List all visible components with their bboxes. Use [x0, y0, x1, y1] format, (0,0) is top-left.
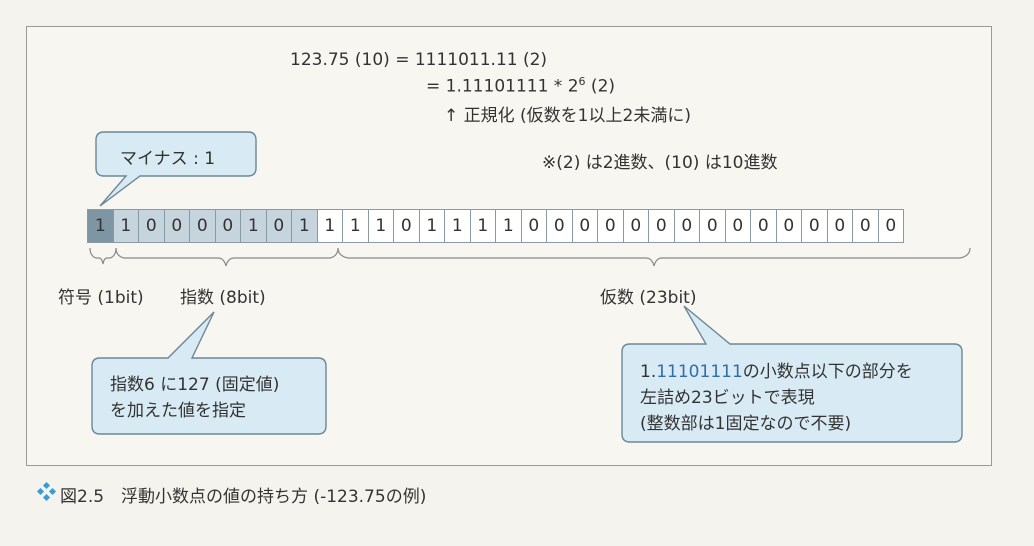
mantissa-integer-part: 1.: [640, 362, 657, 382]
mantissa-bit: 1: [342, 209, 369, 243]
mantissa-callout-text-3: (整数部は1固定なので不要): [640, 414, 852, 434]
mantissa-bit: 1: [418, 209, 445, 243]
mantissa-brace: [337, 247, 971, 267]
mantissa-bit: 0: [801, 209, 828, 243]
mantissa-bit: 1: [495, 209, 522, 243]
mantissa-bit: 0: [852, 209, 879, 243]
mantissa-bit: 1: [367, 209, 394, 243]
exponent-bit: 0: [214, 209, 241, 243]
callout-layer: [36, 131, 971, 502]
sign-brace: [89, 247, 117, 265]
sign-bit: 1: [87, 209, 114, 243]
mantissa-bit: 0: [520, 209, 547, 243]
exponent-bit: 0: [189, 209, 216, 243]
mantissa-bit: 0: [597, 209, 624, 243]
exponent-bit: 0: [163, 209, 190, 243]
exponent-bit: 1: [112, 209, 139, 243]
exponent-bit: 1: [240, 209, 267, 243]
exponent-callout-text-1: 指数6 に127 (固定値): [110, 375, 280, 395]
mantissa-bit: 0: [571, 209, 598, 243]
mantissa-bit: 0: [648, 209, 675, 243]
mantissa-bit: 1: [316, 209, 343, 243]
exponent-bit: 1: [291, 209, 318, 243]
mantissa-bit: 0: [775, 209, 802, 243]
mantissa-bit: 0: [393, 209, 420, 243]
exponent-brace: [115, 247, 339, 267]
mantissa-bit: 0: [877, 209, 904, 243]
mantissa-field-label: 仮数 (23bit): [600, 288, 697, 308]
mantissa-bit: 0: [673, 209, 700, 243]
diamond-cluster-icon: [36, 481, 57, 502]
bit-row: 1 1 0 0 0 0 1 0 1 1 1 1 0 1 1 1 1 0 0 0 …: [87, 209, 904, 243]
mantissa-bit: 0: [546, 209, 573, 243]
mantissa-bit: 0: [699, 209, 726, 243]
mantissa-bit: 0: [724, 209, 751, 243]
mantissa-callout-text-2: 左詰め23ビットで表現: [640, 388, 815, 408]
sign-field-label: 符号 (1bit): [58, 288, 144, 308]
mantissa-callout-text-1: 1.11101111の小数点以下の部分を: [640, 357, 913, 382]
exponent-bit: 0: [138, 209, 165, 243]
mantissa-callout-text-1-rest: の小数点以下の部分を: [742, 362, 913, 382]
mantissa-bit: 1: [444, 209, 471, 243]
exponent-bit: 0: [265, 209, 292, 243]
mantissa-bit: 1: [469, 209, 496, 243]
mantissa-bit: 0: [622, 209, 649, 243]
exponent-field-label: 指数 (8bit): [180, 288, 266, 308]
mantissa-fraction-highlight: 11101111: [656, 362, 743, 382]
figure-caption: 図2.5 浮動小数点の値の持ち方 (-123.75の例): [60, 487, 427, 507]
mantissa-bit: 0: [826, 209, 853, 243]
exponent-callout-text-2: を加えた値を指定: [110, 401, 246, 421]
mantissa-bit: 0: [750, 209, 777, 243]
sign-callout-text: マイナス : 1: [120, 149, 216, 169]
